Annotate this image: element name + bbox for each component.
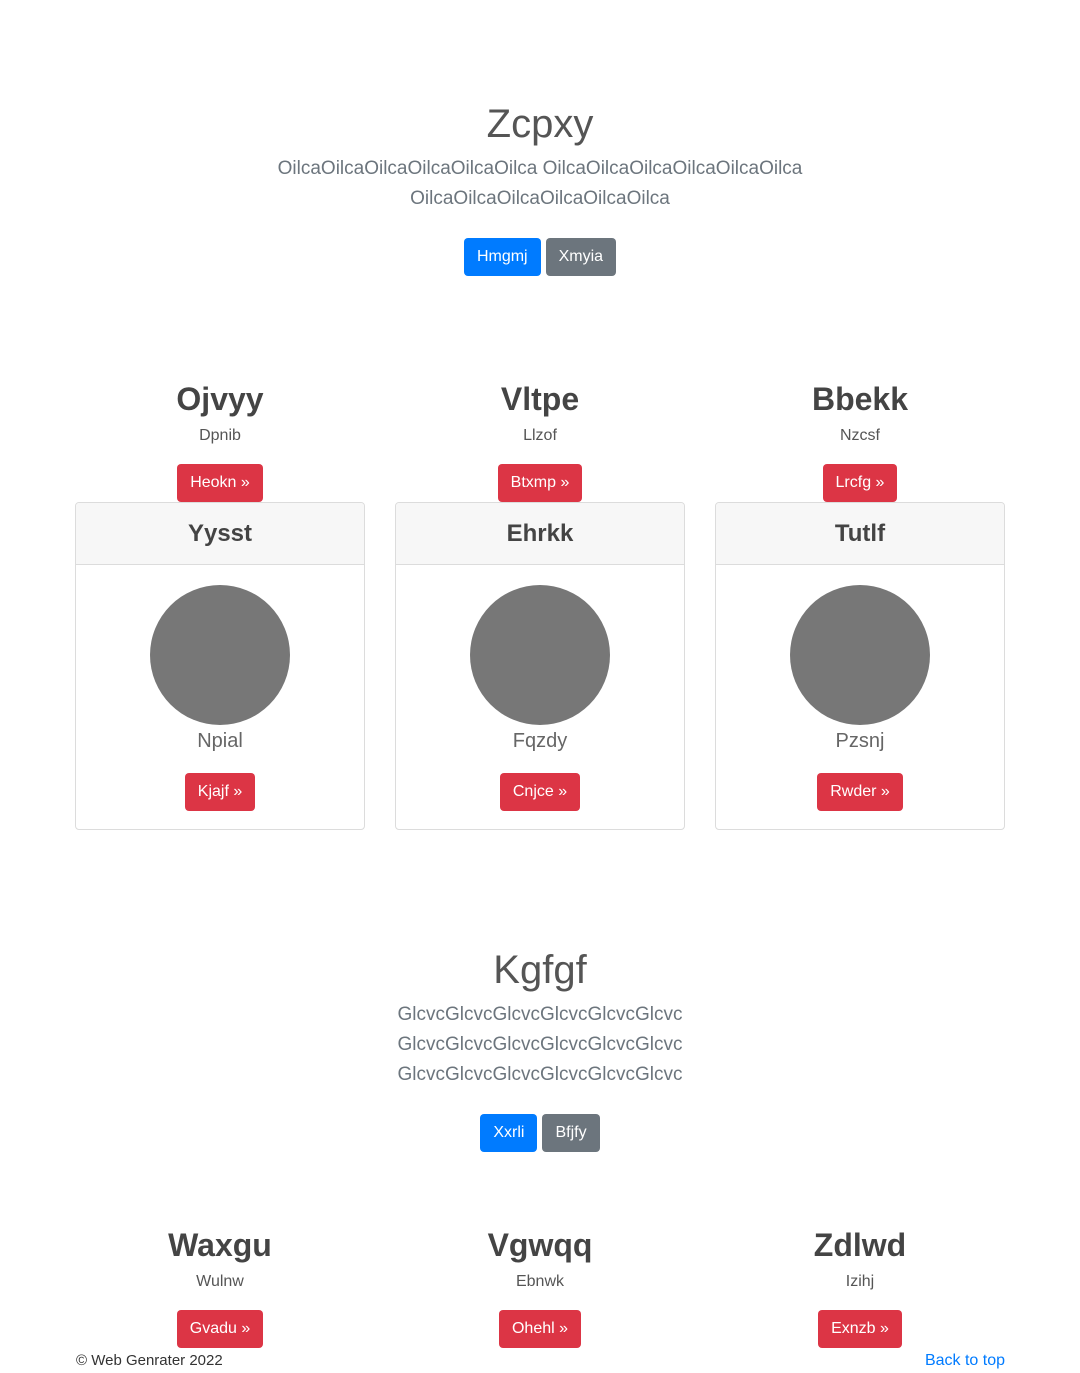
hero-secondary-button[interactable]: Bfjfy bbox=[542, 1114, 600, 1152]
hero-lead: OilcaOilcaOilcaOilcaOilcaOilca OilcaOilc… bbox=[277, 158, 803, 209]
feature-column: Vgwqq Ebnwk Ohehl » bbox=[395, 1226, 685, 1348]
feature-subtitle: Wulnw bbox=[196, 1273, 244, 1290]
hero-buttons: Xxrli Bfjfy bbox=[0, 1114, 1080, 1152]
feature-subtitle: Dpnib bbox=[199, 427, 241, 444]
feature-subtitle: Ebnwk bbox=[515, 1273, 565, 1290]
card-button[interactable]: Cnjce » bbox=[499, 773, 581, 811]
feature-subtitle: Izihj bbox=[845, 1273, 875, 1290]
card-name: Fqzdy bbox=[512, 730, 568, 752]
feature-button[interactable]: Ohehl » bbox=[498, 1310, 582, 1348]
hero-section-1: Zcpxy OilcaOilcaOilcaOilcaOilcaOilca Oil… bbox=[0, 100, 1080, 276]
feature-title: Vltpe bbox=[500, 381, 580, 417]
card-header: Yysst bbox=[76, 503, 364, 565]
feature-button[interactable]: Btxmp » bbox=[497, 464, 583, 502]
feature-subtitle: Llzof bbox=[523, 427, 557, 444]
feature-subtitle: Nzcsf bbox=[840, 427, 880, 444]
feature-title: Vgwqq bbox=[487, 1227, 593, 1263]
feature-title: Waxgu bbox=[168, 1227, 272, 1263]
profile-card: Tutlf Pzsnj Rwder » bbox=[715, 502, 1005, 830]
back-to-top-link[interactable]: Back to top bbox=[925, 1352, 1005, 1370]
feature-column: Bbekk Nzcsf Lrcfg » bbox=[715, 380, 1005, 502]
avatar bbox=[790, 585, 930, 725]
feature-button[interactable]: Lrcfg » bbox=[822, 464, 898, 502]
profile-card: Yysst Npial Kjajf » bbox=[75, 502, 365, 830]
hero-secondary-button[interactable]: Xmyia bbox=[545, 238, 617, 276]
feature-title: Bbekk bbox=[811, 381, 909, 417]
feature-column: Vltpe Llzof Btxmp » bbox=[395, 380, 685, 502]
hero-buttons: Hmgmj Xmyia bbox=[0, 238, 1080, 276]
footer-copyright: © Web Genrater 2022 bbox=[76, 1352, 223, 1369]
hero-title: Kgfgf bbox=[493, 948, 587, 992]
hero-title: Zcpxy bbox=[486, 102, 594, 146]
feature-button[interactable]: Heokn » bbox=[177, 464, 263, 502]
card-name: Npial bbox=[197, 730, 243, 752]
hero-primary-button[interactable]: Hmgmj bbox=[463, 238, 541, 276]
hero-lead: GlcvcGlcvcGlcvcGlcvcGlcvcGlcvc GlcvcGlcv… bbox=[397, 1004, 683, 1085]
feature-title: Ojvyy bbox=[176, 381, 264, 417]
profile-card: Ehrkk Fqzdy Cnjce » bbox=[395, 502, 685, 830]
feature-column: Waxgu Wulnw Gvadu » bbox=[75, 1226, 365, 1348]
card-button[interactable]: Rwder » bbox=[817, 773, 903, 811]
feature-title: Zdlwd bbox=[813, 1227, 907, 1263]
feature-button[interactable]: Exnzb » bbox=[818, 1310, 902, 1348]
card-header: Ehrkk bbox=[396, 503, 684, 565]
avatar bbox=[150, 585, 290, 725]
card-name: Pzsnj bbox=[835, 730, 885, 752]
card-button[interactable]: Kjajf » bbox=[184, 773, 256, 811]
card-header: Tutlf bbox=[716, 503, 1004, 565]
feature-button[interactable]: Gvadu » bbox=[176, 1310, 264, 1348]
feature-column: Zdlwd Izihj Exnzb » bbox=[715, 1226, 1005, 1348]
hero-section-2: Kgfgf GlcvcGlcvcGlcvcGlcvcGlcvcGlcvc Glc… bbox=[0, 946, 1080, 1152]
feature-column: Ojvyy Dpnib Heokn » bbox=[75, 380, 365, 502]
avatar bbox=[470, 585, 610, 725]
hero-primary-button[interactable]: Xxrli bbox=[480, 1114, 538, 1152]
